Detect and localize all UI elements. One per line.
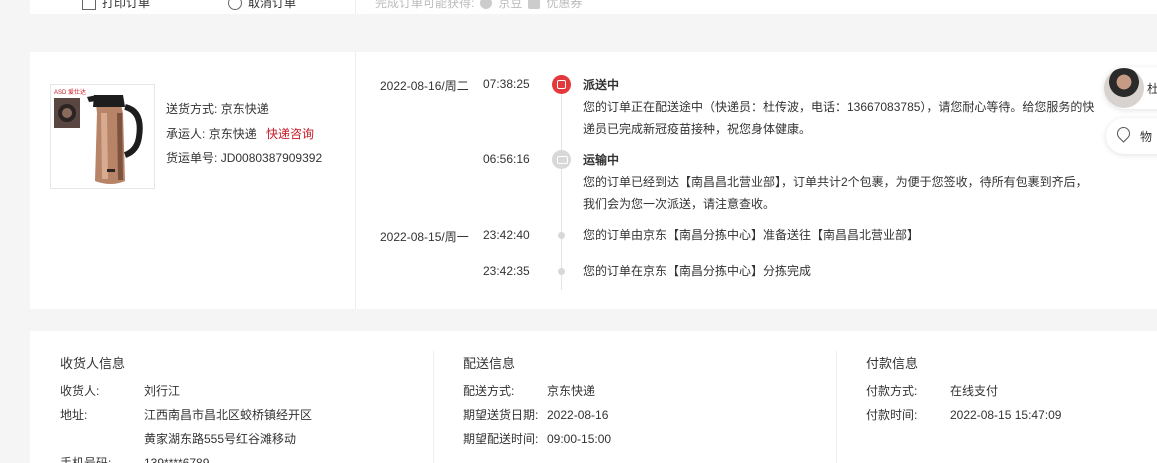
entry-time: 23:42:35 [483,264,530,278]
product-thumbnail[interactable]: ASD 爱仕达 [50,84,155,189]
order-info-card: 收货人信息 收货人: 刘行江 地址: 江西南昌市昌北区蛟桥镇经开区 黄家湖东路5… [30,331,1157,463]
address-row: 地址: 江西南昌市昌北区蛟桥镇经开区 [60,408,313,422]
divider [355,0,356,14]
entry-status: 运输中 [583,153,620,167]
section-title: 付款信息 [866,356,919,371]
tracking-card: ASD 爱仕达 送货方式: 京东快递 承运人: 京东快递 快递咨询 货运单号: … [30,52,1157,309]
entry-text: 递员已完成新冠疫苗接种，祝您身体健康。 [583,122,812,136]
entry-body: 运输中 您的订单已经到达【南昌昌北营业部】，订单共计2个包裹，为便于您签收，待所… [583,149,1103,215]
receiver-name-row: 收货人: 刘行江 [60,384,181,398]
divider [355,52,356,309]
entry-time: 07:38:25 [483,77,530,91]
entry-text: 您的订单已经到达【南昌昌北营业部】，订单共计2个包裹，为便于您签收，待所有包裹到… [583,175,1088,189]
payment-info: 付款信息 付款方式: 在线支付 付款时间: 2022-08-15 15:47:0… [836,331,1157,463]
timeline-dot [558,232,565,239]
entry-date: 2022-08-15/周一 [380,230,469,244]
printer-icon [82,0,96,10]
receiver-info: 收货人信息 收货人: 刘行江 地址: 江西南昌市昌北区蛟桥镇经开区 黄家湖东路5… [30,331,433,463]
timeline-dot [558,268,565,275]
cancel-order-button[interactable]: 取消订单 [228,0,296,11]
transport-icon [552,150,571,169]
timeline-line [561,94,562,290]
entry-text: 我们会为您一次派送，请注意查收。 [583,197,776,211]
section-title: 配送信息 [463,356,516,371]
entry-date: 2022-08-16/周二 [380,79,469,93]
svg-text:ASD 爱仕达: ASD 爱仕达 [54,88,86,96]
location-pin-icon [1116,127,1130,145]
entry-status: 派送中 [583,78,620,92]
shipping-method-row: 送货方式: 京东快递 [166,102,269,116]
phone-row: 手机号码: 139****6789 [60,456,210,463]
payment-method-row: 付款方式: 在线支付 [866,384,999,398]
section-title: 收货人信息 [60,356,126,371]
expected-date-row: 期望送货日期: 2022-08-16 [463,408,609,422]
coupon-icon [528,0,541,9]
entry-time: 06:56:16 [483,152,530,166]
tracking-number-row: 货运单号: JD0080387909392 [166,151,323,165]
courier-contact-widget[interactable]: 杜 [1104,67,1157,109]
shipment-info: 送货方式: 京东快递 承运人: 京东快递 快递咨询 货运单号: JD008038… [166,97,322,171]
thermos-image: ASD 爱仕达 [54,88,143,184]
entry-time: 23:42:40 [483,228,530,242]
delivery-method-row: 配送方式: 京东快递 [463,384,596,398]
cancel-icon [228,0,242,10]
payment-time-row: 付款时间: 2022-08-15 15:47:09 [866,408,1062,422]
entry-text: 您的订单由京东【南昌分拣中心】准备送往【南昌昌北营业部】 [583,228,920,242]
print-order-button[interactable]: 打印订单 [82,0,150,11]
entry-text: 您的订单在京东【南昌分拣中心】分拣完成 [583,264,812,278]
logistics-map-widget[interactable]: 物 [1106,118,1157,154]
reward-hint: 完成订单可能获得: 京豆 优惠券 [375,0,582,11]
courier-consult-link[interactable]: 快递咨询 [266,127,314,141]
order-actions-strip: 打印订单 取消订单 完成订单可能获得: 京豆 优惠券 [30,0,1157,14]
courier-avatar [1104,68,1144,108]
carrier-row: 承运人: 京东快递 快递咨询 [166,126,315,141]
delivery-info: 配送信息 配送方式: 京东快递 期望送货日期: 2022-08-16 期望配送时… [433,331,836,463]
delivering-icon [552,75,571,94]
entry-text: 您的订单正在配送途中（快递员：杜传波，电话：13667083785），请您耐心等… [583,100,1095,114]
bean-icon [480,0,493,9]
address-row-cont: 黄家湖东路555号红谷滩移动 [144,432,297,446]
expected-time-row: 期望配送时间: 09:00-15:00 [463,432,612,446]
entry-body: 派送中 您的订单正在配送途中（快递员：杜传波，电话：13667083785），请… [583,74,1103,140]
